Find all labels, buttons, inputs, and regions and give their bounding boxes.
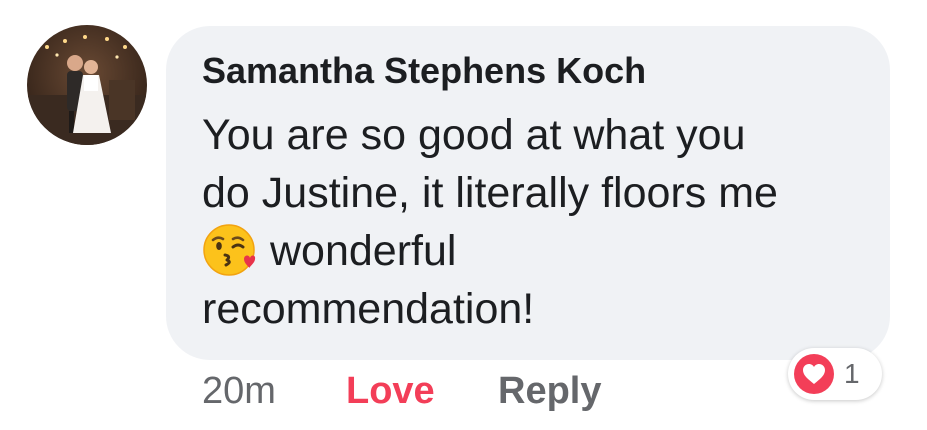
comment-text: You are so good at what you do Justine, … — [202, 106, 882, 338]
comment-text-fragment: wonderful — [270, 227, 457, 275]
love-button[interactable]: Love — [346, 370, 435, 413]
reaction-count: 1 — [844, 358, 860, 389]
comment-author[interactable]: Samantha Stephens Koch — [202, 50, 646, 92]
avatar-photo — [27, 25, 147, 145]
comment-bubble: Samantha Stephens Koch You are so good a… — [166, 26, 890, 360]
comment-text-line: recommendation! — [202, 285, 535, 333]
comment-text-line: do Justine, it literally floors me — [202, 169, 778, 217]
comment: Samantha Stephens Koch You are so good a… — [0, 0, 927, 430]
reaction-summary[interactable]: 1 — [788, 348, 882, 400]
comment-text-line: wonderful — [202, 222, 882, 280]
comment-text-line: You are so good at what you — [202, 111, 746, 159]
heart-icon — [794, 354, 834, 394]
comment-timestamp[interactable]: 20m — [202, 370, 276, 413]
reply-button[interactable]: Reply — [498, 370, 601, 413]
avatar[interactable] — [27, 25, 147, 145]
face-blowing-kiss-emoji — [202, 223, 256, 277]
